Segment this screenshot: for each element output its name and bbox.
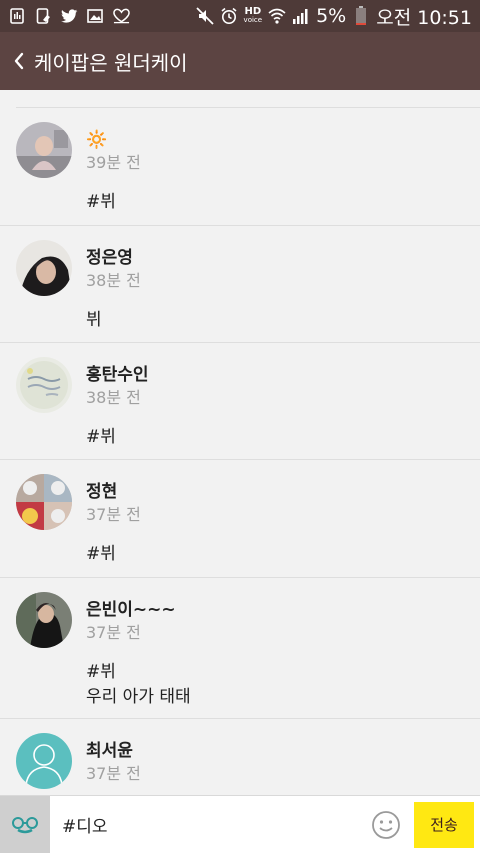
notification-icon — [8, 7, 26, 25]
sun-emoji: 🔆 — [86, 130, 108, 150]
heart-icon — [112, 7, 130, 25]
avatar[interactable] — [16, 122, 72, 178]
comment-author: 최서윤 — [86, 741, 133, 761]
comment-line: 우리 아가 태태 — [86, 687, 191, 707]
comment-time: 38분 전 — [86, 271, 141, 290]
twitter-icon — [60, 7, 78, 25]
image-icon — [86, 7, 104, 25]
avatar[interactable] — [16, 474, 72, 530]
mute-icon — [195, 7, 214, 25]
comment-author: 은빈이~~~ — [86, 600, 176, 620]
comment-input-bar: #디오 전송 — [0, 795, 480, 853]
avatar[interactable] — [16, 592, 72, 648]
battery-icon — [352, 6, 370, 25]
status-notification-icons — [8, 7, 130, 25]
comment-author: 홍탄수인 — [86, 365, 149, 385]
comment-time: 37분 전 — [86, 764, 141, 783]
comment-time: 39분 전 — [86, 153, 141, 172]
comment-time: 37분 전 — [86, 623, 141, 642]
comment-item: 정현 37분 전 #뷔 — [0, 460, 480, 578]
comment-list[interactable]: 🔆 39분 전 #뷔 정은영 38분 전 뷔 홍탄수인 38분 전 #뷔 정현 — [0, 90, 480, 795]
comment-line: #뷔 — [86, 662, 116, 682]
comment-item: 🔆 39분 전 #뷔 — [0, 108, 480, 226]
chevron-left-icon — [14, 52, 24, 70]
comment-text: #뷔 — [86, 192, 116, 212]
comment-text: #뷔 — [86, 544, 116, 564]
page-title: 케이팝은 원더케이 — [34, 50, 188, 75]
clock: 오전 10:51 — [376, 6, 472, 29]
status-system-icons: HD voice 5% 오전 10:51 — [195, 3, 472, 30]
avatar[interactable] — [16, 240, 72, 296]
comment-author: 🔆 — [86, 128, 480, 152]
back-button[interactable] — [6, 41, 32, 81]
glasses-icon[interactable] — [0, 795, 50, 853]
comment-input[interactable]: #디오 — [50, 795, 368, 853]
comment-time: 37분 전 — [86, 505, 141, 524]
comment-item: 은빈이~~~ 37분 전 #뷔 우리 아가 태태 — [0, 578, 480, 719]
alarm-icon — [220, 7, 238, 25]
app-header: 케이팝은 원더케이 — [0, 32, 480, 90]
avatar[interactable] — [16, 357, 72, 413]
status-bar: HD voice 5% 오전 10:51 — [0, 0, 480, 32]
comment-item: 최서윤 37분 전 — [0, 719, 480, 795]
comment-author: 정현 — [86, 482, 118, 502]
comment-item: 정은영 38분 전 뷔 — [0, 226, 480, 343]
file-icon — [34, 7, 52, 25]
comment-item: 홍탄수인 38분 전 #뷔 — [0, 343, 480, 460]
avatar[interactable] — [16, 733, 72, 789]
comment-text: 뷔 — [86, 310, 102, 330]
signal-icon — [292, 7, 310, 25]
comment-text: #뷔 우리 아가 태태 — [86, 660, 480, 724]
voice-label: voice — [243, 16, 263, 24]
send-button[interactable]: 전송 — [414, 801, 474, 848]
hd-voice-indicator: HD voice — [244, 7, 263, 25]
battery-percent: 5% — [316, 5, 347, 27]
comment-author: 정은영 — [86, 248, 133, 268]
comment-time: 38분 전 — [86, 388, 141, 407]
emoticon-icon[interactable] — [368, 807, 404, 843]
wifi-icon — [268, 7, 286, 25]
comment-text: #뷔 — [86, 427, 116, 447]
